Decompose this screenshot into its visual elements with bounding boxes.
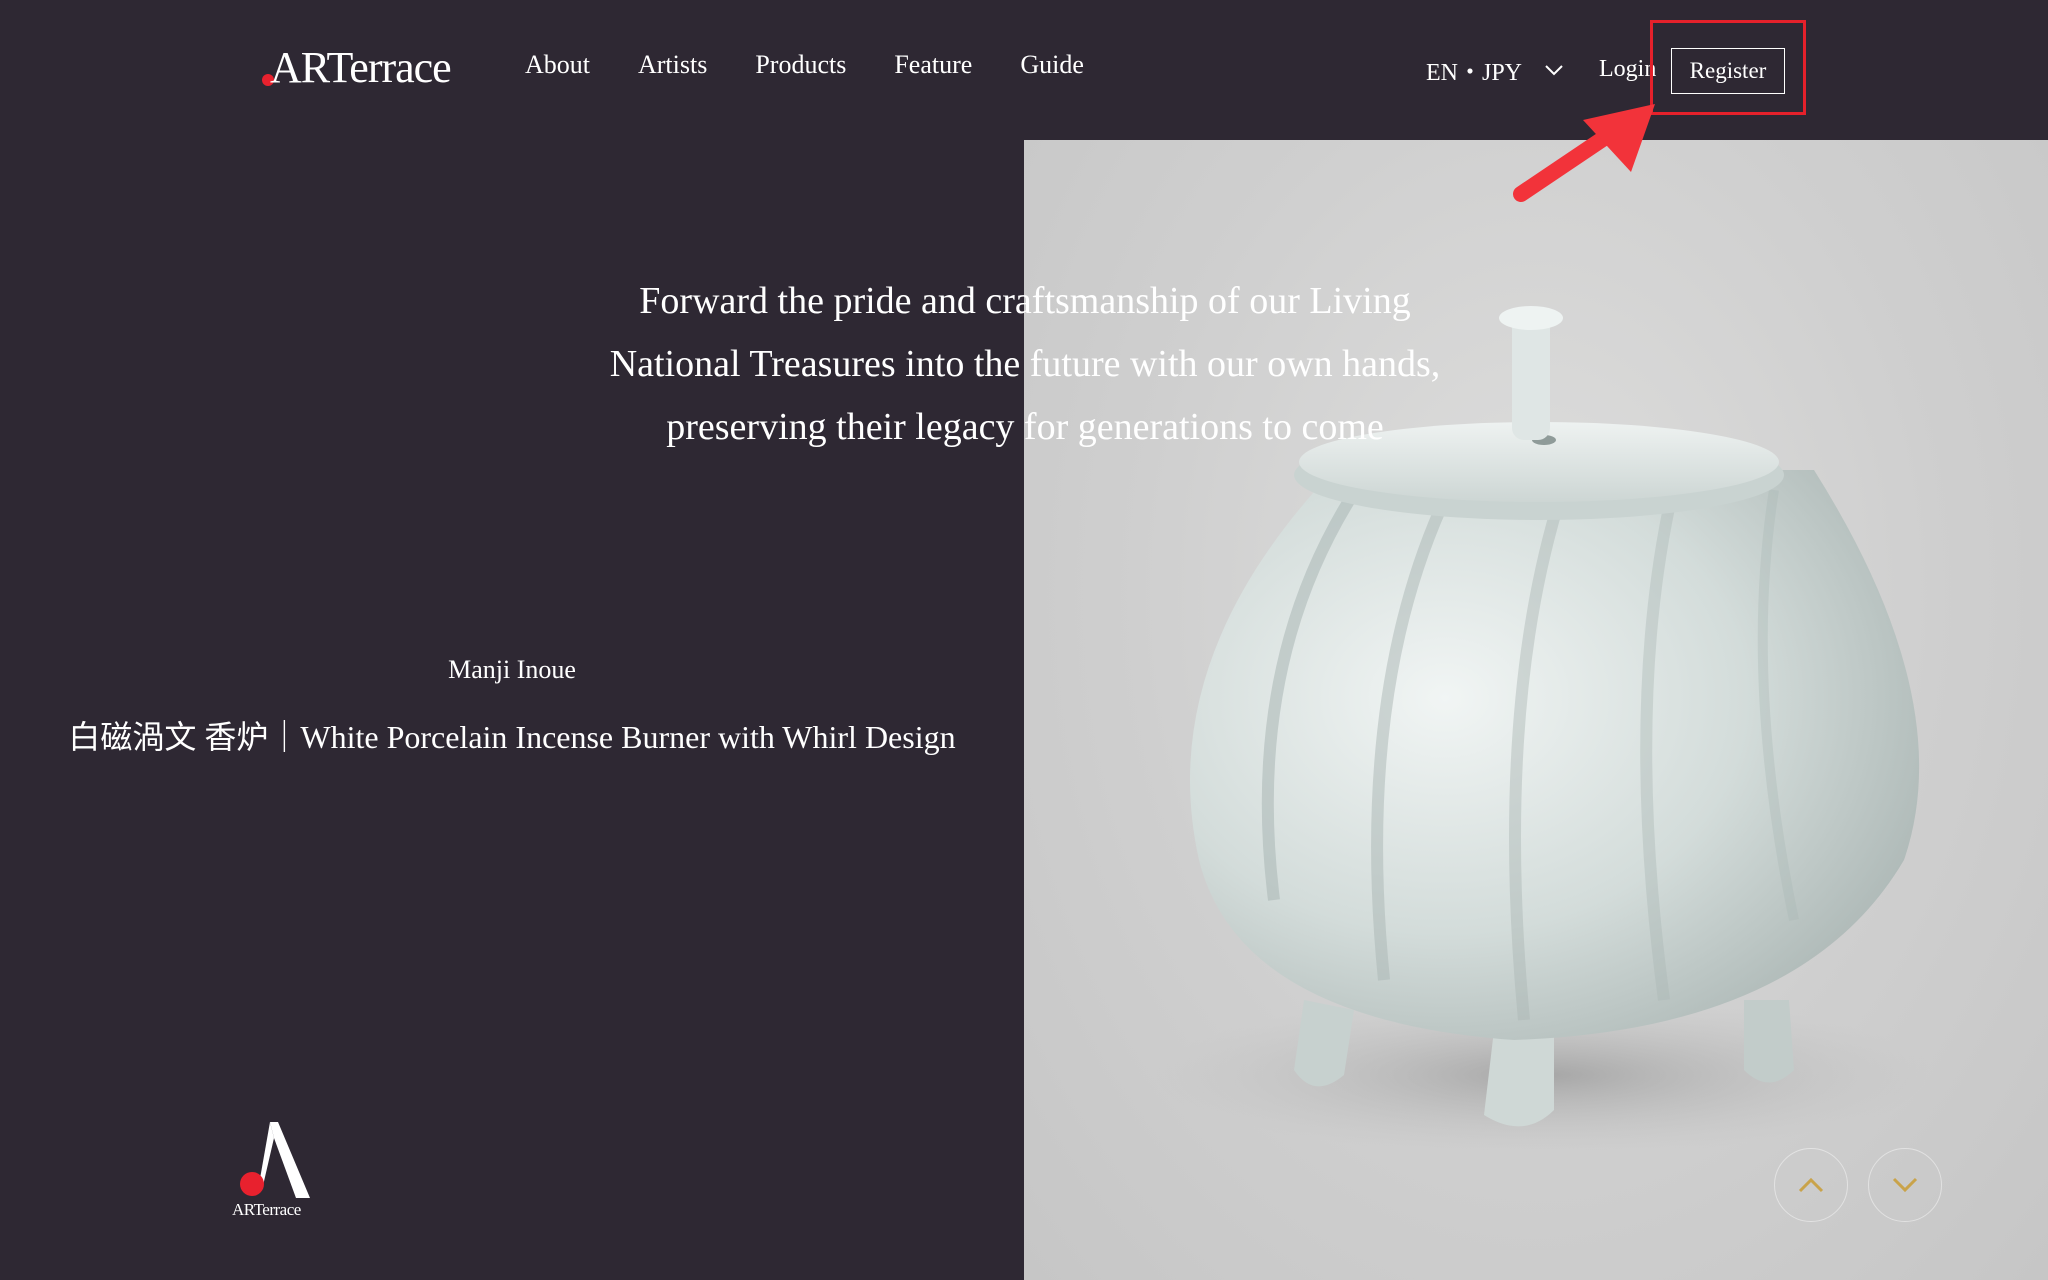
- nav-artists[interactable]: Artists: [638, 50, 707, 80]
- nav-about[interactable]: About: [525, 50, 590, 80]
- chevron-down-icon: [1892, 1177, 1918, 1193]
- red-arrow-icon: [1513, 104, 1655, 202]
- chevron-down-icon: [1545, 64, 1563, 75]
- tagline-line-2: National Treasures into the future with …: [609, 343, 1441, 385]
- product-title[interactable]: 白磁渦文 香炉｜White Porcelain Incense Burner w…: [0, 712, 1024, 758]
- main-nav: About Artists Products Feature Guide: [525, 50, 1132, 80]
- language-currency-selector[interactable]: EN・JPY: [1426, 52, 1564, 87]
- nav-guide[interactable]: Guide: [1020, 50, 1084, 80]
- artist-name[interactable]: Manji Inoue: [0, 655, 1024, 685]
- footer-logo-text: ARTerrace: [232, 1200, 301, 1219]
- slide-next-button[interactable]: [1868, 1148, 1942, 1222]
- tagline-line-1: Forward the pride and craftsmanship of o…: [639, 280, 1411, 322]
- tagline-line-3: preserving their legacy for generations …: [666, 406, 1384, 448]
- logo-text: ARTerrace: [270, 43, 452, 92]
- language-currency-label: EN・JPY: [1426, 60, 1523, 86]
- chevron-up-icon: [1798, 1177, 1824, 1193]
- hero-tagline: Forward the pride and craftsmanship of o…: [500, 270, 1550, 459]
- nav-feature[interactable]: Feature: [894, 50, 972, 80]
- slide-prev-button[interactable]: [1774, 1148, 1848, 1222]
- nav-products[interactable]: Products: [755, 50, 846, 80]
- register-highlight-annotation: [1650, 20, 1806, 115]
- arterrace-logo[interactable]: ARTerrace: [262, 40, 452, 92]
- login-link[interactable]: Login: [1599, 56, 1656, 83]
